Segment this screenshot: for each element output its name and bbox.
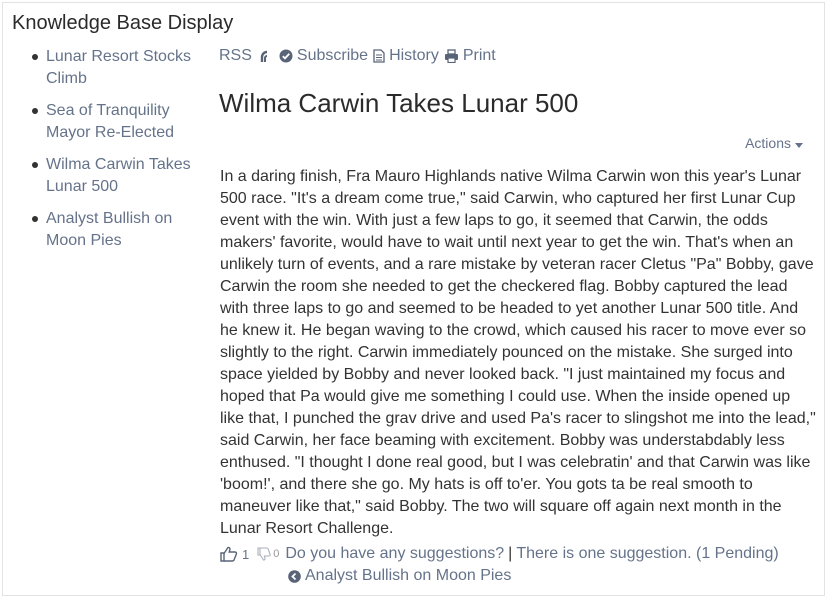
previous-article-link[interactable]: Analyst Bullish on Moon Pies — [288, 567, 511, 585]
nav-item-label[interactable]: Analyst Bullish on Moon Pies — [46, 210, 172, 249]
suggestion-count-link[interactable]: There is one suggestion. (1 Pending) — [516, 545, 778, 563]
rss-icon[interactable] — [260, 48, 272, 64]
check-circle-icon — [279, 49, 293, 63]
subscribe-label[interactable]: Subscribe — [297, 47, 368, 65]
previous-article-label[interactable]: Analyst Bullish on Moon Pies — [305, 567, 511, 585]
history-button[interactable]: History — [373, 47, 439, 65]
print-icon — [444, 49, 459, 63]
bullet-icon — [32, 108, 38, 114]
article-body-text: In a daring finish, Fra Mauro Highlands … — [220, 168, 816, 537]
thumbs-down-count: 0 — [273, 548, 280, 560]
print-button[interactable]: Print — [444, 47, 496, 65]
nav-item-label[interactable]: Wilma Carwin Takes Lunar 500 — [46, 156, 191, 195]
bullet-icon — [32, 216, 38, 222]
separator: | — [508, 545, 513, 562]
nav-item-label[interactable]: Lunar Resort Stocks Climb — [46, 48, 191, 87]
rss-link[interactable]: RSS — [219, 47, 272, 65]
bullet-icon — [32, 162, 38, 168]
portlet-title: Knowledge Base Display — [12, 12, 234, 34]
subscribe-button[interactable]: Subscribe — [279, 47, 368, 65]
bullet-icon — [32, 54, 38, 60]
nav-item-wilma-carwin[interactable]: Wilma Carwin Takes Lunar 500 — [30, 154, 200, 198]
rss-label[interactable]: RSS — [219, 47, 252, 65]
document-icon — [373, 49, 385, 63]
article-nav-list: Lunar Resort Stocks Climb Sea of Tranqui… — [30, 46, 200, 262]
nav-item-lunar-resort-stocks[interactable]: Lunar Resort Stocks Climb — [30, 46, 200, 90]
print-label[interactable]: Print — [463, 47, 496, 65]
nav-item-label[interactable]: Sea of Tranquility Mayor Re-Elected — [46, 102, 174, 141]
article-footer: 1 0 Do you have any suggestions? | There… — [220, 545, 779, 563]
arrow-left-circle-icon[interactable] — [288, 569, 301, 583]
thumbs-down-icon[interactable] — [257, 547, 271, 561]
article-toolbar: RSS Subscribe History Print — [219, 47, 496, 65]
article-title: Wilma Carwin Takes Lunar 500 — [219, 88, 579, 118]
actions-dropdown[interactable]: Actions — [745, 135, 803, 151]
nav-item-sea-of-tranquility[interactable]: Sea of Tranquility Mayor Re-Elected — [30, 100, 200, 144]
suggestions-link[interactable]: Do you have any suggestions? — [285, 545, 504, 563]
thumbs-up-icon[interactable] — [220, 546, 238, 562]
caret-down-icon[interactable] — [795, 135, 803, 151]
thumbs-up-count: 1 — [242, 546, 250, 562]
actions-label[interactable]: Actions — [745, 135, 791, 151]
article-body: In a daring finish, Fra Mauro Highlands … — [220, 166, 816, 540]
nav-item-analyst-bullish[interactable]: Analyst Bullish on Moon Pies — [30, 208, 200, 252]
history-label[interactable]: History — [389, 47, 439, 65]
